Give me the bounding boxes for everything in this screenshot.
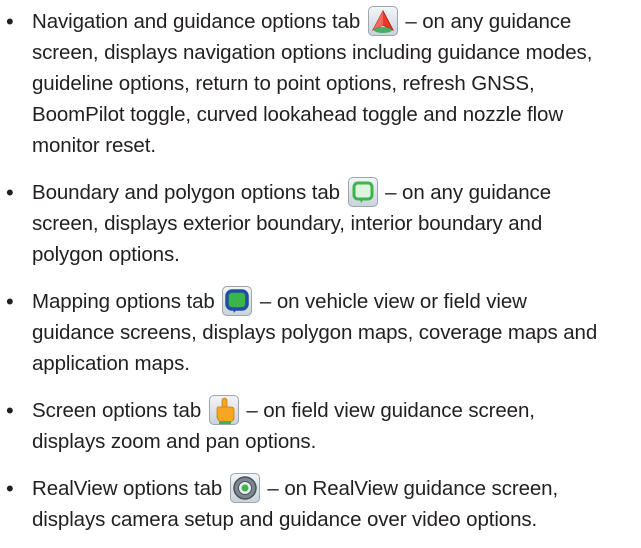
text-line: Screen options tab – on field view guida… [32,394,535,426]
bullet: • [6,289,14,314]
mapping-tab-icon [222,285,253,316]
boundary-tab-icon [347,176,378,207]
screen-tab-icon [208,394,239,425]
text-line: monitor reset. [32,134,156,157]
text-line: screen, displays exterior boundary, inte… [32,212,543,235]
text-line: Navigation and guidance options tab – on… [32,5,571,37]
text-line: RealView options tab – on RealView guida… [32,472,558,504]
bullet: • [6,476,14,501]
text-line: BoomPilot toggle, curved lookahead toggl… [32,103,564,126]
navigation-tab-icon [367,5,398,36]
text-line: displays camera setup and guidance over … [32,508,538,531]
text-line: guideline options, return to point optio… [32,72,535,95]
realview-tab-icon [229,472,260,503]
text-line: screen, displays navigation options incl… [32,41,593,64]
text-line: Mapping options tab – on vehicle view or… [32,285,527,317]
text-line: displays zoom and pan options. [32,430,317,453]
text-line: guidance screens, displays polygon maps,… [32,321,598,344]
bullet: • [6,9,14,34]
text-line: application maps. [32,352,190,375]
bullet: • [6,398,14,423]
text-line: Boundary and polygon options tab – on an… [32,176,551,208]
text-line: polygon options. [32,243,180,266]
bullet: • [6,180,14,205]
bullet-list: • Navigation and guidance options tab – … [0,0,641,548]
